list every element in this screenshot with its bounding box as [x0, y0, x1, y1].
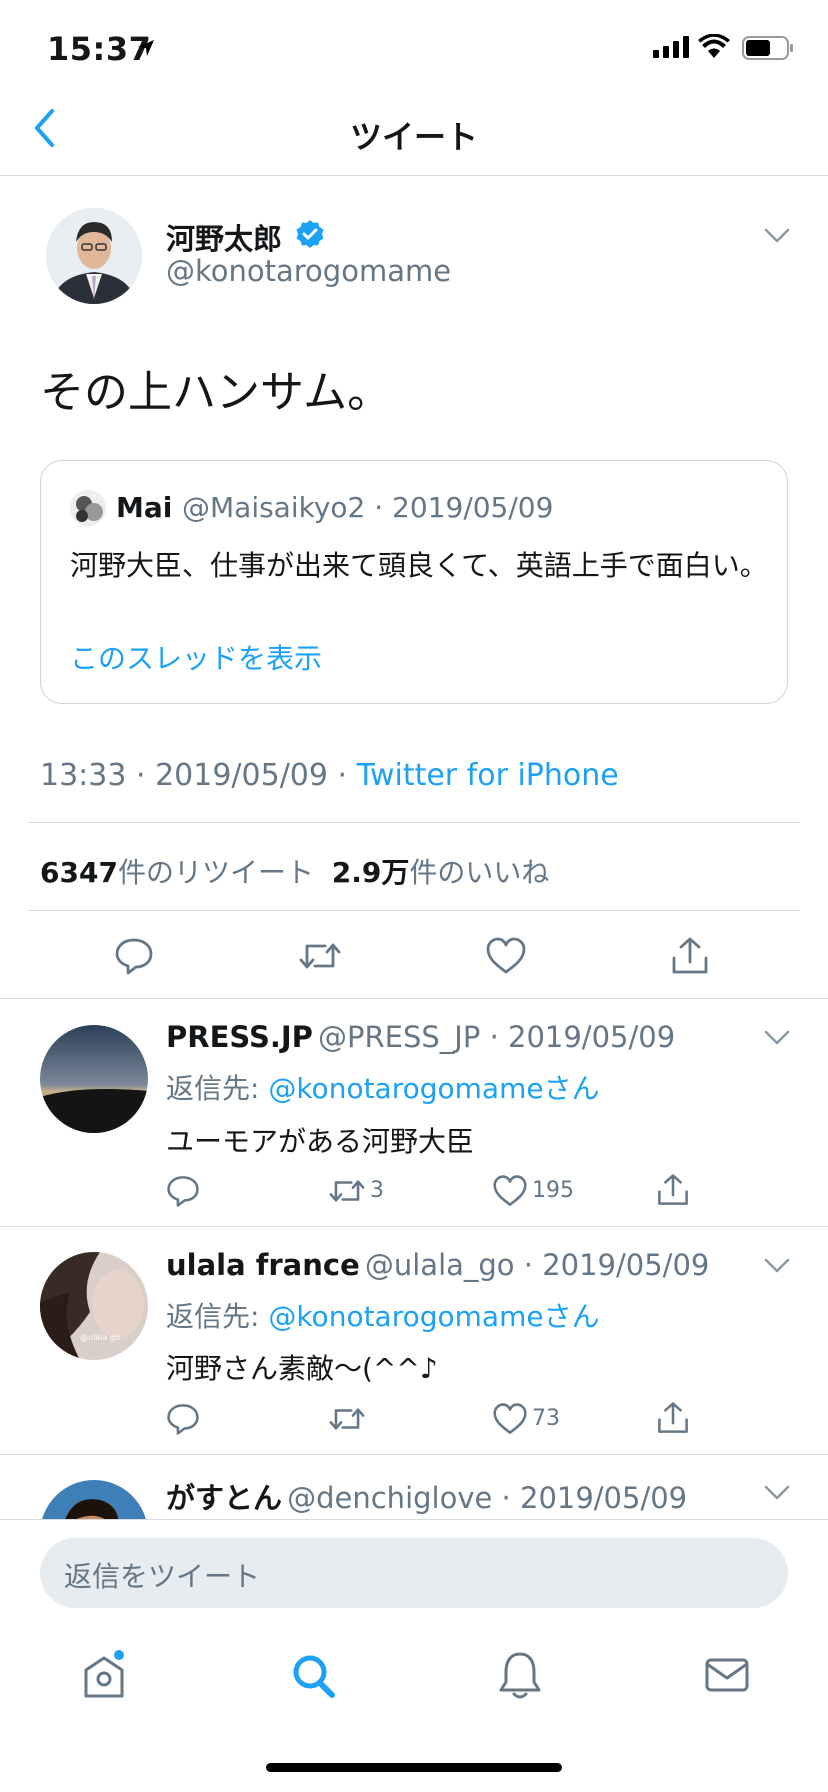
- verified-badge-icon: [296, 220, 324, 248]
- reply-meta: @ulala_go · 2019/05/09: [364, 1248, 710, 1282]
- reply-header: ulala france @ulala_go · 2019/05/09: [166, 1248, 709, 1282]
- share-icon[interactable]: [656, 1400, 690, 1436]
- counts-divider: [28, 910, 800, 911]
- author-avatar[interactable]: [46, 208, 142, 304]
- reply-icon[interactable]: [166, 1402, 200, 1436]
- show-thread-link[interactable]: このスレッドを表示: [70, 637, 322, 677]
- likes-stat[interactable]: 2.9万件のいいね: [332, 856, 550, 889]
- reply-author-name[interactable]: がすとん: [166, 1481, 282, 1515]
- reply-avatar[interactable]: [40, 1480, 148, 1520]
- replying-to-prefix: 返信先:: [166, 1072, 269, 1105]
- like-icon[interactable]: [492, 1174, 528, 1208]
- tweet-meta: 13:33 · 2019/05/09 · Twitter for iPhone: [40, 758, 619, 793]
- tweet-text: その上ハンサム。: [40, 367, 392, 418]
- reply-text: ユーモアがある河野大臣: [166, 1125, 475, 1158]
- author-name[interactable]: 河野太郎: [166, 216, 282, 258]
- compose-divider: [0, 1519, 828, 1520]
- reply-icon[interactable]: [114, 936, 154, 976]
- wifi-icon: [698, 34, 730, 58]
- quoted-author-meta: @Maisaikyo2 · 2019/05/09: [182, 491, 554, 524]
- reply-icon[interactable]: [166, 1174, 200, 1208]
- cellular-signal-icon: [653, 36, 689, 58]
- reply-header: がすとん @denchiglove · 2019/05/09: [166, 1475, 687, 1517]
- home-tab-icon[interactable]: [82, 1650, 128, 1700]
- reply-like-count: 195: [532, 1178, 574, 1203]
- replying-to-prefix: 返信先:: [166, 1300, 269, 1333]
- chevron-down-icon[interactable]: [764, 1485, 790, 1501]
- reply-text: 河野さん素敵〜(^^♪: [166, 1352, 438, 1385]
- reply-divider: [0, 1226, 828, 1227]
- location-arrow-icon: [138, 40, 154, 56]
- retweets-stat[interactable]: 6347件のリツイート: [40, 856, 314, 889]
- meta-divider: [28, 822, 800, 823]
- chevron-down-icon[interactable]: [764, 1258, 790, 1274]
- notifications-tab-icon[interactable]: [498, 1650, 542, 1700]
- like-label: 件のいいね: [409, 856, 550, 889]
- retweet-icon[interactable]: [328, 1174, 366, 1208]
- retweet-label: 件のリツイート: [117, 856, 314, 889]
- reply-like-count: 73: [532, 1406, 560, 1431]
- main-tweet-divider: [0, 998, 828, 999]
- share-icon[interactable]: [670, 936, 710, 976]
- tweet-source-link[interactable]: Twitter for iPhone: [357, 758, 619, 793]
- reply-avatar[interactable]: @ulala go: [40, 1252, 148, 1360]
- reply-meta: @PRESS_JP · 2019/05/09: [318, 1020, 676, 1054]
- reply-meta: @denchiglove · 2019/05/09: [287, 1481, 688, 1515]
- engagement-counts: 6347件のリツイート 2.9万件のいいね: [40, 851, 549, 891]
- like-count: 2.9万: [331, 856, 410, 889]
- retweet-count: 6347: [40, 856, 118, 889]
- reply-author-name[interactable]: PRESS.JP: [166, 1020, 313, 1054]
- reply-row-clipped[interactable]: がすとん @denchiglove · 2019/05/09: [0, 1455, 828, 1520]
- quoted-author-avatar: [70, 490, 106, 526]
- retweet-icon[interactable]: [328, 1402, 366, 1436]
- search-tab-icon[interactable]: [290, 1650, 338, 1700]
- quoted-author-name: Mai: [116, 491, 173, 524]
- author-handle[interactable]: @konotarogomame: [166, 254, 451, 288]
- battery-icon: [742, 36, 793, 60]
- retweet-icon[interactable]: [298, 936, 342, 976]
- page-title: ツイート: [349, 118, 478, 156]
- like-icon[interactable]: [485, 936, 527, 976]
- chevron-down-icon[interactable]: [764, 228, 790, 244]
- chevron-down-icon[interactable]: [764, 1030, 790, 1046]
- nav-divider: [0, 175, 828, 176]
- like-icon[interactable]: [492, 1402, 528, 1436]
- replying-to-link[interactable]: @konotarogomameさん: [268, 1300, 599, 1333]
- replying-to: 返信先: @konotarogomameさん: [166, 1067, 600, 1107]
- reply-retweet-count: 3: [370, 1178, 384, 1203]
- tweet-timestamp: 13:33 · 2019/05/09 ·: [40, 758, 357, 793]
- reply-author-name[interactable]: ulala france: [166, 1248, 360, 1282]
- replying-to: 返信先: @konotarogomameさん: [166, 1295, 600, 1335]
- reply-header: PRESS.JP @PRESS_JP · 2019/05/09: [166, 1020, 675, 1054]
- home-indicator: [266, 1763, 562, 1772]
- messages-tab-icon[interactable]: [704, 1650, 750, 1700]
- compose-placeholder: 返信をツイート: [64, 1560, 261, 1593]
- replying-to-link[interactable]: @konotarogomameさん: [268, 1072, 599, 1105]
- avatar-caption: @ulala go: [80, 1333, 120, 1342]
- quoted-tweet-text: 河野大臣、仕事が出来て頭良くて、英語上手で面白い。: [70, 549, 768, 582]
- share-icon[interactable]: [656, 1172, 690, 1208]
- reply-avatar[interactable]: [40, 1025, 148, 1133]
